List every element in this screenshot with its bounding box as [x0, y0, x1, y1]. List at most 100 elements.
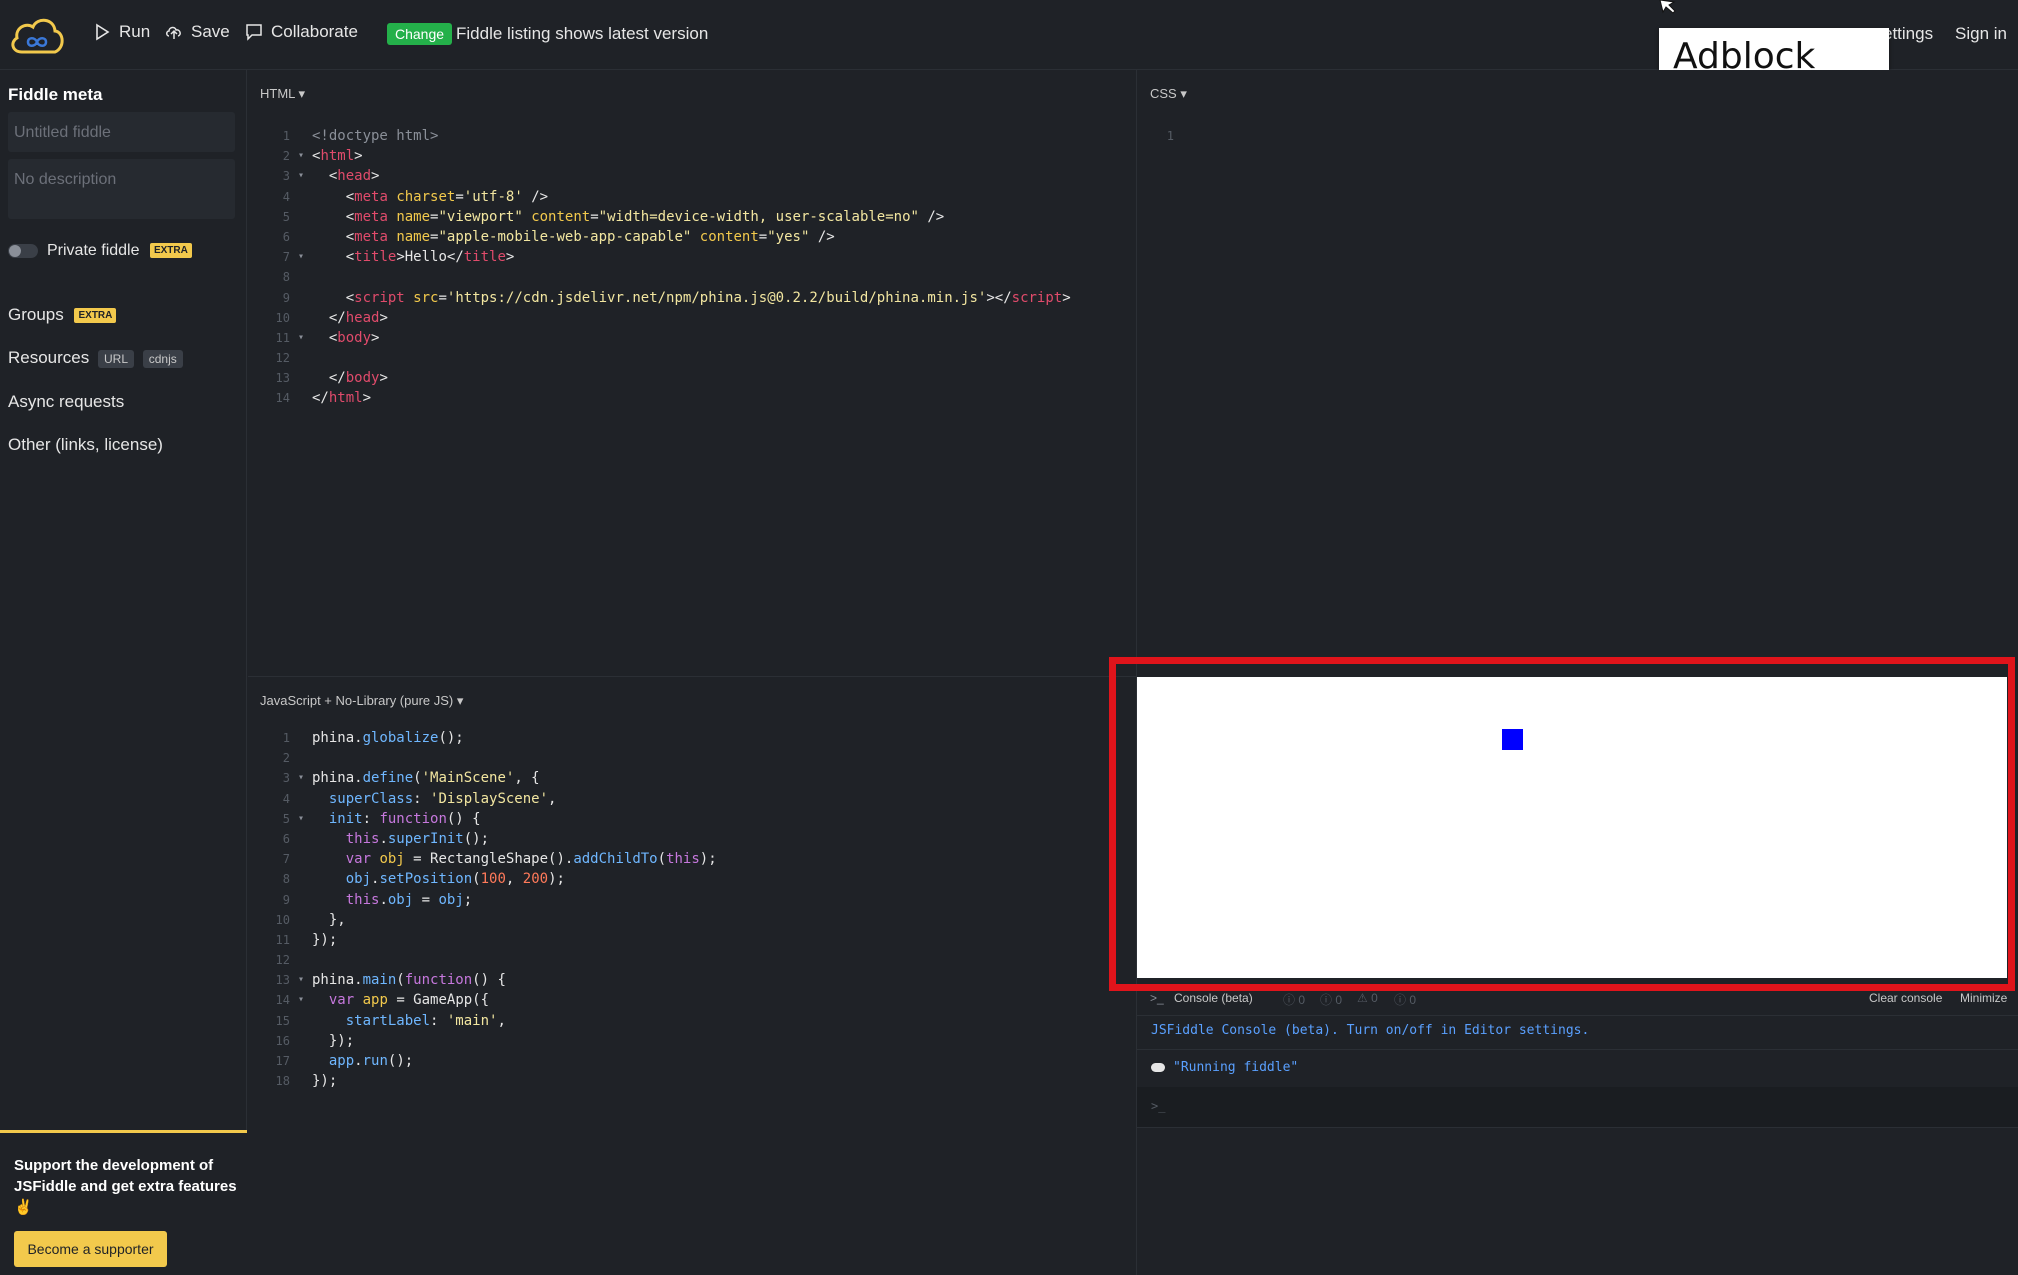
- line-number: 1: [282, 731, 290, 745]
- console-log-count[interactable]: ⓘ 0: [1394, 991, 1416, 1008]
- fiddle-title-input[interactable]: Untitled fiddle: [8, 112, 235, 152]
- line-number: 16: [275, 1033, 290, 1048]
- code-text: startLabel: 'main',: [312, 1011, 506, 1031]
- console-alert-count[interactable]: ⚠ 0: [1357, 991, 1378, 1005]
- run-button[interactable]: Run: [93, 22, 150, 42]
- groups-item[interactable]: Groups EXTRA: [8, 305, 117, 325]
- fold-arrow-icon[interactable]: ▾: [298, 146, 312, 166]
- line-number: 5: [282, 811, 290, 826]
- fiddle-description-input[interactable]: No description: [8, 159, 235, 219]
- code-line[interactable]: 2: [248, 748, 717, 768]
- code-line[interactable]: 5 ▾ init: function() {: [248, 809, 717, 829]
- line-number: 1: [282, 129, 290, 143]
- console-prompt: >_: [1151, 1099, 1166, 1113]
- js-panel-title[interactable]: JavaScript + No-Library (pure JS) ▾: [260, 693, 463, 709]
- code-line[interactable]: 3 ▾ <head>: [248, 166, 1071, 186]
- save-label: Save: [191, 22, 230, 41]
- code-line[interactable]: 12: [248, 348, 1071, 368]
- code-line[interactable]: 10 </head>: [248, 308, 1071, 328]
- other-links-item[interactable]: Other (links, license): [8, 435, 163, 455]
- url-badge[interactable]: URL: [98, 349, 135, 368]
- change-badge[interactable]: Change: [387, 23, 453, 45]
- code-line[interactable]: 12: [248, 950, 717, 970]
- code-token: content: [699, 228, 759, 245]
- code-line[interactable]: 14 </html>: [248, 388, 1071, 408]
- become-supporter-button[interactable]: Become a supporter: [14, 1231, 167, 1267]
- console-error-count[interactable]: ⓘ 0: [1283, 991, 1305, 1008]
- fold-arrow-icon[interactable]: ▾: [298, 166, 312, 186]
- code-line[interactable]: 6 <meta name = "apple-mobile-web-app-capab…: [248, 227, 1071, 247]
- fold-arrow-icon[interactable]: ▾: [298, 990, 312, 1010]
- html-editor[interactable]: 1 <!doctype html> 2 ▾ <html> 3 ▾ <head> 4 <meta…: [248, 126, 1071, 409]
- code-line[interactable]: 9 this.obj = obj;: [248, 890, 717, 910]
- line-number: 6: [282, 229, 290, 244]
- code-token: .: [379, 830, 388, 847]
- console-title: Console (beta): [1174, 991, 1253, 1005]
- info-icon: ⓘ: [1320, 993, 1333, 1007]
- code-line[interactable]: 7 ▾ <title>Hello</title>: [248, 247, 1071, 267]
- code-line[interactable]: 8 obj.setPosition(100, 200);: [248, 869, 717, 889]
- code-token: startLabel: [345, 1012, 431, 1029]
- html-panel-title[interactable]: HTML ▾: [260, 86, 305, 102]
- console-input[interactable]: >_: [1137, 1087, 2018, 1127]
- private-fiddle-toggle[interactable]: [8, 244, 38, 258]
- save-button[interactable]: Save: [165, 22, 230, 42]
- code-line[interactable]: 6 this.superInit();: [248, 829, 717, 849]
- code-line[interactable]: 16 });: [248, 1031, 717, 1051]
- fold-arrow-icon[interactable]: ▾: [298, 970, 312, 990]
- collaborate-button[interactable]: Collaborate: [245, 22, 358, 42]
- code-line[interactable]: 9 <script src='https://cdn.jsdelivr.net/…: [248, 288, 1071, 308]
- cdnjs-badge[interactable]: cdnjs: [142, 349, 183, 368]
- resources-label: Resources: [8, 348, 90, 367]
- fold-arrow-icon[interactable]: ▾: [298, 247, 312, 267]
- resources-item[interactable]: Resources URL cdnjs: [8, 348, 183, 368]
- fold-arrow-icon: [298, 187, 312, 207]
- code-token: meta: [354, 188, 388, 205]
- code-token: });: [312, 1073, 338, 1090]
- code-token: 'utf-8': [463, 188, 523, 205]
- code-line[interactable]: 5 <meta name="viewport" content="width=d…: [248, 207, 1071, 227]
- code-text: phina.globalize();: [312, 728, 464, 748]
- settings-link[interactable]: ettings: [1883, 24, 1933, 44]
- console-separator: [1137, 1015, 2018, 1016]
- js-editor[interactable]: 1 phina.globalize(); 2 3 ▾ phina.define('Main…: [248, 728, 717, 1091]
- jsfiddle-logo-icon[interactable]: [8, 12, 66, 58]
- minimize-console-button[interactable]: Minimize: [1960, 991, 2007, 1005]
- fold-arrow-icon[interactable]: ▾: [298, 768, 312, 788]
- code-line[interactable]: 1 phina.globalize();: [248, 728, 717, 748]
- clear-console-button[interactable]: Clear console: [1869, 991, 1942, 1005]
- sign-in-link[interactable]: Sign in: [1955, 24, 2007, 44]
- code-line[interactable]: 13 ▾ phina.main(function() {: [248, 970, 717, 990]
- code-token: :: [362, 810, 380, 827]
- code-line[interactable]: 14 ▾ var app = GameApp({: [248, 990, 717, 1010]
- code-token: ;: [463, 891, 473, 908]
- css-panel-title[interactable]: CSS ▾: [1150, 86, 1187, 102]
- code-line[interactable]: 4 <meta charset='utf-8' />: [248, 187, 1071, 207]
- code-line[interactable]: 15 startLabel: 'main',: [248, 1011, 717, 1031]
- css-editor[interactable]: 1: [1132, 126, 1196, 146]
- fold-arrow-icon[interactable]: ▾: [298, 809, 312, 829]
- code-line[interactable]: 1 <!doctype html>: [248, 126, 1071, 146]
- code-line[interactable]: 8: [248, 267, 1071, 287]
- code-line[interactable]: 11 ▾ <body>: [248, 328, 1071, 348]
- line-number: 2: [282, 751, 290, 766]
- code-line[interactable]: 13 </body>: [248, 368, 1071, 388]
- code-line[interactable]: 1: [1132, 126, 1196, 146]
- fold-arrow-icon: [298, 748, 312, 768]
- code-line[interactable]: 2 ▾ <html>: [248, 146, 1071, 166]
- code-token: =: [413, 891, 439, 908]
- code-line[interactable]: 11});: [248, 930, 717, 950]
- code-line[interactable]: 18});: [248, 1071, 717, 1091]
- private-fiddle-label: Private fiddle: [47, 242, 140, 259]
- async-requests-item[interactable]: Async requests: [8, 392, 124, 412]
- fold-arrow-icon: [298, 368, 312, 388]
- code-line[interactable]: 17 app.run();: [248, 1051, 717, 1071]
- code-line[interactable]: 3 ▾ phina.define('MainScene', {: [248, 768, 717, 788]
- code-text: });: [312, 1031, 354, 1051]
- fold-arrow-icon[interactable]: ▾: [298, 328, 312, 348]
- code-token: ();: [438, 730, 464, 746]
- code-line[interactable]: 7 var obj = RectangleShape().addChildTo(…: [248, 849, 717, 869]
- code-line[interactable]: 10 },: [248, 910, 717, 930]
- code-line[interactable]: 4 superClass: 'DisplayScene',: [248, 789, 717, 809]
- console-warning-count[interactable]: ⓘ 0: [1320, 991, 1342, 1008]
